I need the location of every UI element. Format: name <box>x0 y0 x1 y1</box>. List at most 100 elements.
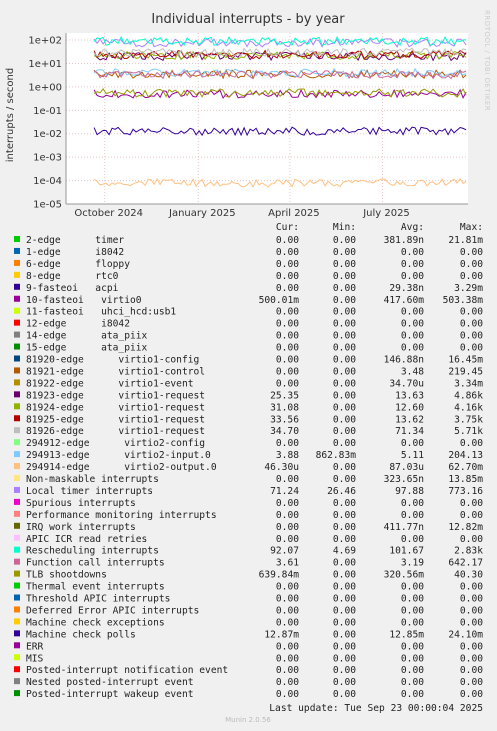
legend-max: 0.00 <box>460 534 483 545</box>
y-tick-label: 1e+01 <box>28 59 62 70</box>
legend-avg: 417.60m <box>384 295 425 306</box>
legend-max: 12.82m <box>448 522 483 533</box>
legend-name: Deferred Error APIC interrupts <box>26 605 199 616</box>
legend-avg: 3.48 <box>401 366 424 377</box>
legend-avg: 5.11 <box>401 450 424 461</box>
legend-max: 0.00 <box>460 617 483 628</box>
legend-avg: 0.00 <box>401 259 424 270</box>
legend-min: 0.00 <box>333 629 356 640</box>
legend-avg: 3.19 <box>401 558 424 569</box>
legend-min: 4.69 <box>333 546 356 557</box>
legend-min: 0.00 <box>333 283 356 294</box>
legend-min: 0.00 <box>333 510 356 521</box>
legend-swatch <box>14 642 20 649</box>
legend-avg: 13.62 <box>395 414 424 425</box>
legend-max: 0.00 <box>460 247 483 258</box>
legend-cur: 0.00 <box>276 271 299 282</box>
legend-avg: 0.00 <box>401 677 424 688</box>
legend-min: 0.00 <box>333 343 356 354</box>
legend-avg: 87.03u <box>389 462 424 473</box>
legend-min: 0.00 <box>333 271 356 282</box>
legend-min: 0.00 <box>333 558 356 569</box>
legend-max: 13.85m <box>448 474 483 485</box>
legend-min: 0.00 <box>333 414 356 425</box>
legend-name: 81920-edge virtio1-config <box>26 355 199 366</box>
legend-name: Threshold APIC interrupts <box>26 594 170 605</box>
legend-avg: 0.00 <box>401 534 424 545</box>
legend-avg: 0.00 <box>401 343 424 354</box>
legend-cur: 500.01m <box>259 295 300 306</box>
legend-max: 0.00 <box>460 307 483 318</box>
legend-min: 0.00 <box>333 534 356 545</box>
legend-max: 24.10m <box>448 629 483 640</box>
legend-min: 0.00 <box>333 570 356 581</box>
legend-max: 4.16k <box>454 402 483 413</box>
legend-avg: 71.34 <box>395 426 424 437</box>
legend-max: 3.75k <box>454 414 483 425</box>
legend-swatch <box>14 690 20 697</box>
legend-cur: 0.00 <box>276 582 299 593</box>
y-tick-label: 1e-05 <box>33 200 62 211</box>
side-watermark: RRDTOOL / TOBI OETIKER <box>483 10 491 111</box>
legend-min: 0.00 <box>333 366 356 377</box>
legend-min: 0.00 <box>333 474 356 485</box>
legend-swatch <box>14 367 20 374</box>
legend-cur: 0.00 <box>276 331 299 342</box>
legend-cur: 3.88 <box>276 450 299 461</box>
legend-name: 294913-edge virtio2-input.0 <box>26 450 211 461</box>
legend-swatch <box>14 534 20 541</box>
y-tick-label: 1e-02 <box>33 129 62 140</box>
legend-swatch <box>14 391 20 398</box>
legend-swatch <box>14 295 20 302</box>
legend-swatch <box>14 606 20 613</box>
legend-swatch <box>14 343 20 350</box>
legend-max: 204.13 <box>448 450 483 461</box>
y-tick-label: 1e+00 <box>28 82 62 93</box>
legend-cur: 0.00 <box>276 665 299 676</box>
legend-avg: 0.00 <box>401 594 424 605</box>
legend-max: 21.81m <box>448 235 483 246</box>
legend-name: 11-fasteoi uhci_hcd:usb1 <box>26 307 176 318</box>
legend-min: 0.00 <box>333 355 356 366</box>
legend-min: 862.83m <box>316 450 357 461</box>
y-tick-label: 1e-01 <box>33 106 62 117</box>
legend-min: 0.00 <box>333 319 356 330</box>
legend-name: 294914-edge virtio2-output.0 <box>26 462 217 473</box>
legend-name: Local timer interrupts <box>26 486 153 497</box>
legend-max: 0.00 <box>460 605 483 616</box>
legend-min: 0.00 <box>333 617 356 628</box>
legend-swatch <box>14 247 20 254</box>
legend-cur: 46.30u <box>264 462 299 473</box>
legend-min: 0.00 <box>333 331 356 342</box>
legend-max: 3.34m <box>454 378 483 389</box>
legend-cur: 0.00 <box>276 677 299 688</box>
legend-min: 26.46 <box>327 486 356 497</box>
legend-name: 9-fasteoi acpi <box>26 283 119 294</box>
legend-name: 6-edge floppy <box>26 259 130 270</box>
legend-cur: 25.35 <box>270 390 299 401</box>
legend-swatch <box>14 654 20 661</box>
legend-swatch <box>14 486 20 493</box>
legend-avg: 0.00 <box>401 665 424 676</box>
legend-cur: 0.00 <box>276 355 299 366</box>
legend-avg: 12.85m <box>389 629 424 640</box>
legend-name: 12-edge i8042 <box>26 319 130 330</box>
y-tick-label: 1e-03 <box>33 153 62 164</box>
legend-min: 0.00 <box>333 689 356 700</box>
legend-cur: 0.00 <box>276 605 299 616</box>
legend-avg: 34.70u <box>389 378 424 389</box>
legend-cur: 0.00 <box>276 235 299 246</box>
legend-max: 0.00 <box>460 665 483 676</box>
legend-name: 81926-edge virtio1-request <box>26 426 205 437</box>
legend-cur: 0.00 <box>276 594 299 605</box>
legend-min: 0.00 <box>333 498 356 509</box>
legend-cur: 0.00 <box>276 343 299 354</box>
legend-header-cell: Avg: <box>401 222 424 233</box>
legend-swatch <box>14 558 20 565</box>
legend-swatch <box>14 570 20 577</box>
legend-cur: 0.00 <box>276 510 299 521</box>
legend-min: 0.00 <box>333 378 356 389</box>
legend-max: 0.00 <box>460 331 483 342</box>
legend-min: 0.00 <box>333 390 356 401</box>
y-axis-label: interrupts / second <box>5 68 16 162</box>
